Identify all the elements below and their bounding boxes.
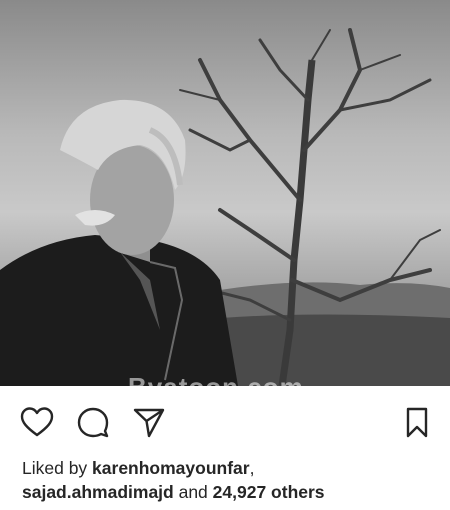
liker-username-link[interactable]: karenhomayounfar xyxy=(92,458,250,478)
photo-illustration xyxy=(0,28,450,386)
likes-prefix: Liked by xyxy=(22,458,93,478)
likes-summary: Liked by karenhomayounfar, sajad.ahmadim… xyxy=(22,456,442,504)
paper-plane-icon[interactable] xyxy=(132,406,166,438)
watermark-text: Bvatoon.com xyxy=(128,372,304,386)
comment-bubble-icon[interactable] xyxy=(76,406,110,438)
instagram-post: Bvatoon.com Liked by karenhomayounfar, s… xyxy=(0,0,450,510)
likes-separator: , xyxy=(249,458,255,478)
likes-count-link[interactable]: 24,927 others xyxy=(213,482,325,502)
likes-conjunction: and xyxy=(173,482,213,502)
liker-username-link[interactable]: sajad.ahmadimajd xyxy=(22,482,174,502)
post-photo[interactable]: Bvatoon.com xyxy=(0,0,450,386)
action-bar xyxy=(0,386,450,454)
heart-icon[interactable] xyxy=(20,406,54,438)
bookmark-icon[interactable] xyxy=(402,406,432,438)
